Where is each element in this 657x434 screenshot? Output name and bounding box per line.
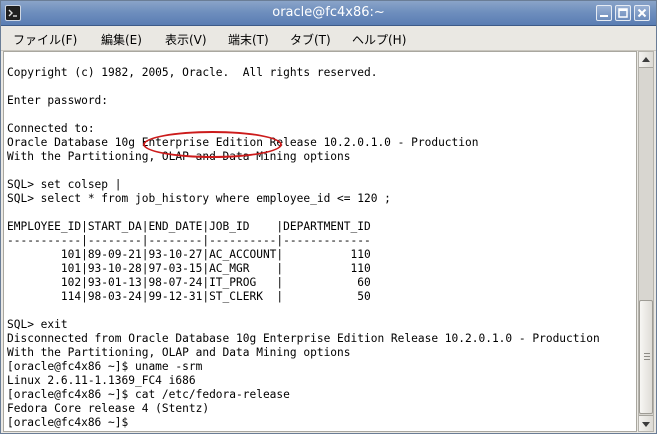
scroll-up-button[interactable] (639, 52, 653, 68)
grip-line (644, 356, 650, 357)
terminal-text: Copyright (c) 1982, 2005, Oracle. All ri… (7, 66, 600, 430)
title-bar[interactable]: oracle@fc4x86:~ (1, 1, 656, 26)
terminal-line: SQL> exit (7, 318, 68, 331)
maximize-button[interactable] (615, 5, 631, 21)
scroll-thumb[interactable] (639, 300, 653, 414)
close-button[interactable] (634, 5, 650, 21)
terminal-line: Fedora Core release 4 (Stentz) (7, 402, 210, 415)
terminal-line: EMPLOYEE_ID|START_DA|END_DATE|JOB_ID |DE… (7, 220, 371, 233)
menu-view[interactable]: 表示(V) (165, 31, 207, 48)
menu-terminal[interactable]: 端末(T) (228, 31, 269, 48)
menu-help[interactable]: ヘルプ(H) (352, 31, 406, 48)
menu-tabs[interactable]: タブ(T) (290, 31, 331, 48)
window-title: oracle@fc4x86:~ (272, 5, 385, 20)
menu-file[interactable]: ファイル(F) (13, 31, 77, 48)
terminal-line: [oracle@fc4x86 ~]$ uname -srm (7, 360, 203, 373)
terminal-line: Disconnected from Oracle Database 10g En… (7, 332, 600, 345)
terminal-line: Linux 2.6.11-1.1369_FC4 i686 (7, 374, 196, 387)
grip-line (644, 359, 650, 360)
terminal-line: Enter password: (7, 94, 109, 107)
maximize-icon (618, 8, 628, 18)
terminal-line: [oracle@fc4x86 ~]$ cat /etc/fedora-relea… (7, 388, 290, 401)
terminal-line: Oracle Database 10g Enterprise Edition R… (7, 136, 479, 149)
terminal-line: Connected to: (7, 122, 95, 135)
terminal-line: SQL> select * from job_history where emp… (7, 192, 391, 205)
scroll-down-button[interactable] (639, 415, 653, 431)
terminal-line: SQL> set colsep | (7, 178, 122, 191)
vertical-scrollbar[interactable] (638, 51, 654, 432)
menu-edit[interactable]: 編集(E) (101, 31, 142, 48)
terminal-line: With the Partitioning, OLAP and Data Min… (7, 150, 351, 163)
arrow-down-icon (642, 422, 650, 427)
menu-bar: ファイル(F) 編集(E) 表示(V) 端末(T) タブ(T) ヘルプ(H) (1, 26, 656, 51)
minimize-icon (600, 15, 608, 17)
grip-line (644, 353, 650, 354)
terminal-line: [oracle@fc4x86 ~]$ (7, 416, 129, 429)
minimize-button[interactable] (596, 5, 612, 21)
arrow-up-icon (642, 57, 650, 62)
terminal-line: 102|93-01-13|98-07-24|IT_PROG | 60 (7, 276, 371, 289)
terminal-line: Copyright (c) 1982, 2005, Oracle. All ri… (7, 66, 378, 79)
terminal-line: 101|93-10-28|97-03-15|AC_MGR | 110 (7, 262, 371, 275)
terminal-line: -----------|--------|--------|----------… (7, 234, 371, 247)
terminal-window: oracle@fc4x86:~ ファイル(F) 編集(E) 表示(V) 端末(T… (0, 0, 657, 434)
terminal-line: With the Partitioning, OLAP and Data Min… (7, 346, 351, 359)
terminal-line: 101|89-09-21|93-10-27|AC_ACCOUNT| 110 (7, 248, 371, 261)
close-icon (637, 8, 647, 18)
terminal-line: 114|98-03-24|99-12-31|ST_CLERK | 50 (7, 290, 371, 303)
terminal-output[interactable]: Copyright (c) 1982, 2005, Oracle. All ri… (3, 51, 637, 432)
